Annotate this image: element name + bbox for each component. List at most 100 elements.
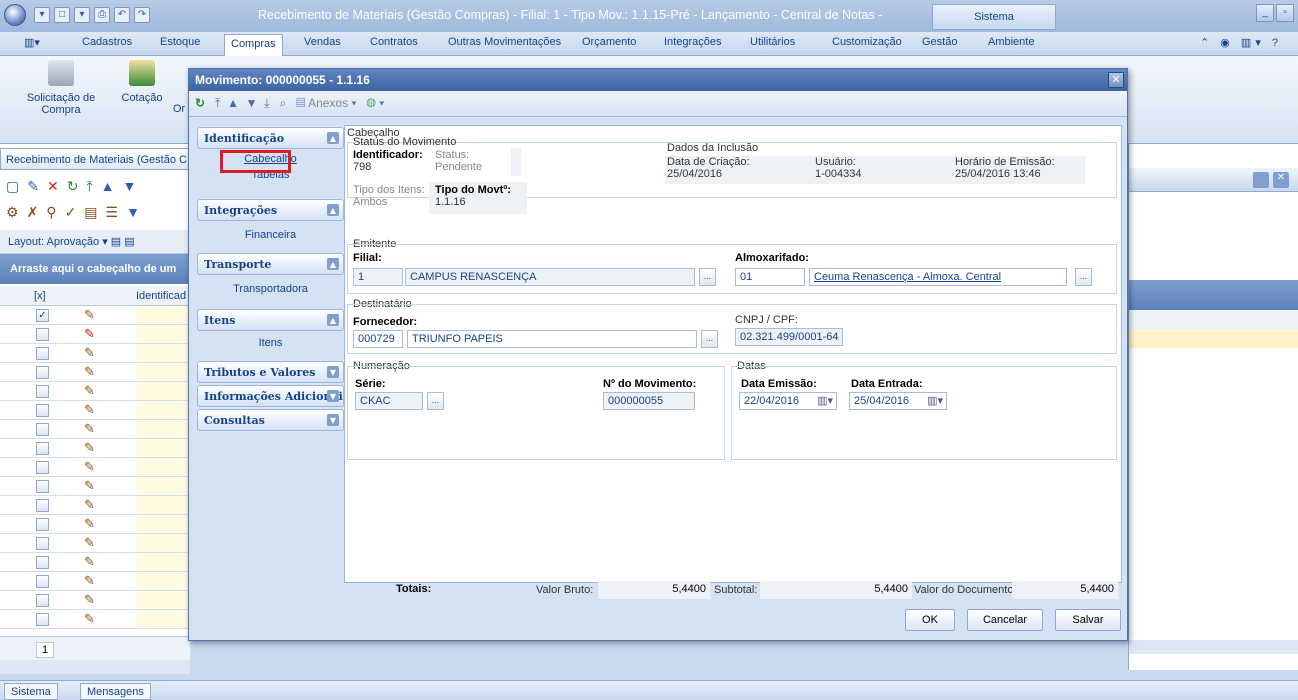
panel-pin-icon[interactable]: [1253, 172, 1269, 188]
cancel-button[interactable]: Cancelar: [967, 609, 1043, 631]
row-checkbox[interactable]: [36, 366, 49, 379]
row-checkbox[interactable]: [36, 461, 49, 474]
menu-compras[interactable]: Compras: [224, 34, 283, 56]
row-checkbox[interactable]: [36, 613, 49, 626]
filial-code-field[interactable]: 1: [353, 268, 403, 286]
next-record-icon[interactable]: ▼: [246, 96, 258, 110]
nav-group-transporte[interactable]: Transporte ▲: [197, 253, 344, 275]
edit-icon[interactable]: ✎: [27, 178, 39, 195]
row-checkbox[interactable]: [36, 556, 49, 569]
table-row[interactable]: ✎: [0, 439, 190, 458]
right-hscrollbar[interactable]: [1129, 640, 1298, 654]
table-row[interactable]: ✎: [0, 344, 190, 363]
quick-undo-icon[interactable]: ↶: [114, 7, 130, 23]
table-row[interactable]: ✎: [0, 382, 190, 401]
ribbon-solicitacao-compra[interactable]: Solicitação de Compra: [6, 56, 116, 116]
system-tab[interactable]: Sistema: [932, 4, 1056, 30]
table-row[interactable]: ✎: [0, 610, 190, 629]
menu-estoque[interactable]: Estoque: [160, 36, 200, 48]
filial-name-field[interactable]: CAMPUS RENASCENÇA: [405, 268, 695, 286]
nav-group-integracoes[interactable]: Integrações ▲: [197, 199, 344, 221]
minimize-icon[interactable]: _: [1256, 4, 1274, 22]
menu-utilitarios[interactable]: Utilitários: [750, 36, 795, 48]
menu-outras-movimentacoes[interactable]: Outras Movimentações: [448, 36, 561, 48]
calendar-icon[interactable]: ▥▾: [817, 394, 833, 407]
data-entrada-field[interactable]: 25/04/2016 ▥▾: [849, 392, 947, 410]
row-checkbox[interactable]: [36, 347, 49, 360]
quick-print-icon[interactable]: ⎙: [94, 7, 110, 23]
ribbon-ordem[interactable]: Or: [170, 103, 188, 115]
save-button[interactable]: Salvar: [1055, 609, 1121, 631]
process-icon[interactable]: ⚙: [6, 204, 19, 221]
fornecedor-code-field[interactable]: 000729: [353, 330, 403, 348]
table-row[interactable]: ✎: [0, 496, 190, 515]
num-movimento-field[interactable]: 000000055: [603, 392, 695, 410]
cancel-process-icon[interactable]: ✗: [27, 204, 39, 221]
row-checkbox[interactable]: [36, 480, 49, 493]
table-row[interactable]: ✎: [0, 477, 190, 496]
first-icon[interactable]: ⤒: [86, 178, 92, 195]
filter-icon[interactable]: ▼: [126, 204, 140, 221]
row-checkbox[interactable]: [36, 404, 49, 417]
row-checkbox[interactable]: [36, 594, 49, 607]
menu-orcamento[interactable]: Orçamento: [582, 36, 636, 48]
table-row[interactable]: ✎: [0, 515, 190, 534]
row-checkbox[interactable]: [36, 442, 49, 455]
row-checkbox[interactable]: [36, 499, 49, 512]
down-icon[interactable]: ▼: [123, 178, 137, 195]
left-hscrollbar[interactable]: [0, 660, 190, 674]
row-checkbox[interactable]: [36, 328, 49, 341]
nav-group-itens[interactable]: Itens ▲: [197, 309, 344, 331]
menu-gestao[interactable]: Gestão: [922, 36, 957, 48]
nav-group-consultas[interactable]: Consultas ▼: [197, 409, 344, 431]
col-header-check[interactable]: [x]: [34, 290, 46, 302]
ribbon-cotacao[interactable]: Cotação: [118, 56, 166, 104]
table-row[interactable]: ✎: [0, 325, 190, 344]
menu-customizacao[interactable]: Customização: [832, 36, 902, 48]
row-checkbox[interactable]: ✓: [36, 309, 49, 322]
row-checkbox[interactable]: [36, 518, 49, 531]
cnpj-field[interactable]: 02.321.499/0001-64: [735, 328, 843, 346]
right-selected-row[interactable]: [1129, 330, 1298, 348]
quick-save-icon[interactable]: ▾: [34, 7, 50, 23]
table-row[interactable]: ✓ ✎: [0, 306, 190, 325]
serie-lookup-button[interactable]: ...: [427, 392, 444, 410]
filial-lookup-button[interactable]: ...: [699, 268, 716, 286]
table-row[interactable]: ✎: [0, 420, 190, 439]
nav-item-itens[interactable]: Itens: [197, 337, 344, 349]
table-row[interactable]: ✎: [0, 534, 190, 553]
quick-open-icon[interactable]: ▾: [74, 7, 90, 23]
delete-icon[interactable]: ✕: [47, 178, 59, 195]
almox-name-field[interactable]: Ceuma Renascença - Almoxa. Central: [809, 268, 1067, 286]
status-tab-mensagens[interactable]: Mensagens: [80, 683, 151, 700]
menu-toggle-icon[interactable]: ▥▾: [24, 36, 40, 49]
data-emissao-field[interactable]: 22/04/2016 ▥▾: [739, 392, 837, 410]
nav-group-identificacao[interactable]: Identificação ▲: [197, 127, 344, 149]
document-icon[interactable]: ▤: [84, 204, 97, 221]
new-icon[interactable]: ▢: [6, 178, 19, 195]
first-record-icon[interactable]: ⤒: [215, 96, 220, 110]
up-icon[interactable]: ▲: [101, 178, 115, 195]
menu-contratos[interactable]: Contratos: [370, 36, 418, 48]
refresh-icon[interactable]: ↻: [67, 178, 79, 195]
row-checkbox[interactable]: [36, 575, 49, 588]
table-row[interactable]: ✎: [0, 458, 190, 477]
layout-dropdown[interactable]: Aprovação: [47, 236, 100, 248]
fornecedor-name-field[interactable]: TRIUNFO PAPEIS: [407, 330, 697, 348]
row-checkbox[interactable]: [36, 537, 49, 550]
search-icon[interactable]: ⌕: [280, 96, 287, 110]
ok-button[interactable]: OK: [905, 609, 955, 631]
table-row[interactable]: ✎: [0, 401, 190, 420]
calendar-icon[interactable]: ▥▾: [927, 394, 943, 407]
quick-new-icon[interactable]: □: [54, 7, 70, 23]
quick-redo-icon[interactable]: ↷: [134, 7, 150, 23]
almox-code-field[interactable]: 01: [735, 268, 805, 286]
page-number[interactable]: 1: [36, 642, 55, 658]
almox-lookup-button[interactable]: ...: [1075, 268, 1092, 286]
nav-item-transportadora[interactable]: Transportadora: [197, 283, 344, 295]
close-icon[interactable]: ✕: [1108, 72, 1124, 88]
link-icon[interactable]: ⚲: [46, 204, 56, 221]
refresh-icon[interactable]: ↻: [195, 96, 205, 110]
menu-integracoes[interactable]: Integrações: [664, 36, 721, 48]
approve-icon[interactable]: ✓: [65, 204, 77, 221]
